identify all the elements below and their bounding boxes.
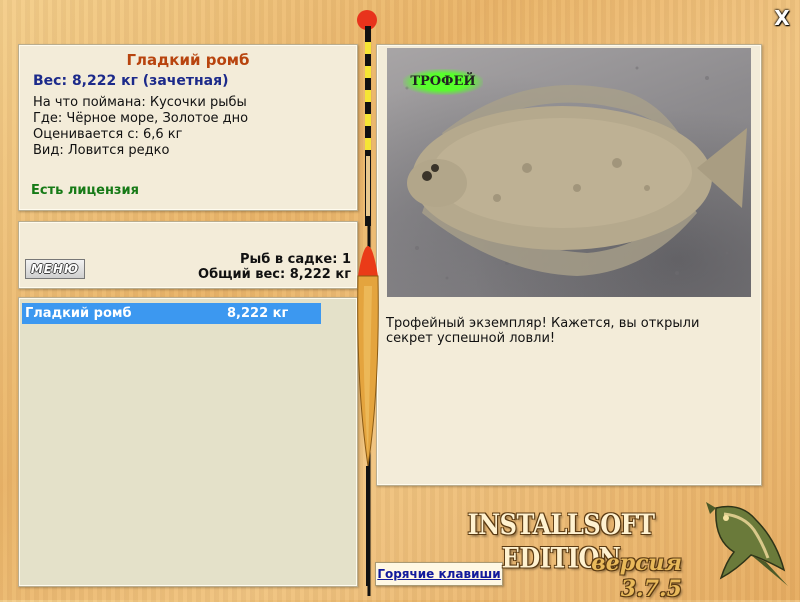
fish-detail-panel: ТРОФЕЙ Трофейный экземпляр! Кажется, вы …: [376, 44, 762, 486]
cage-panel: МЕНЮ Рыб в садке: 1 Общий вес: 8,222 кг: [18, 221, 358, 289]
bait-info: На что поймана: Кусочки рыбы: [33, 95, 247, 110]
fish-photo: ТРОФЕЙ: [387, 48, 751, 297]
location-info: Где: Чёрное море, Золотое дно: [33, 111, 249, 126]
fish-info-panel: Гладкий ромб Вес: 8,222 кг (зачетная) На…: [18, 44, 358, 211]
close-button[interactable]: X: [772, 8, 792, 28]
catch-list: Гладкий ромб 8,222 кг: [18, 297, 358, 587]
cage-total-weight: Общий вес: 8,222 кг: [198, 267, 351, 282]
trophy-badge: ТРОФЕЙ: [403, 69, 483, 95]
pike-logo-icon: [706, 502, 788, 586]
version-label: версия 3.7.5: [591, 550, 682, 602]
fish-name-title: Гладкий ромб: [126, 51, 250, 69]
catch-description: Трофейный экземпляр! Кажется, вы открыли…: [386, 316, 700, 346]
license-status: Есть лицензия: [31, 183, 139, 198]
kind-info: Вид: Ловится редко: [33, 143, 170, 158]
catch-item-name: Гладкий ромб: [25, 306, 132, 321]
catch-item-weight: 8,222 кг: [227, 306, 289, 321]
rated-from-info: Оценивается с: 6,6 кг: [33, 127, 183, 142]
menu-button[interactable]: МЕНЮ: [25, 259, 85, 279]
fishing-float-icon: [357, 10, 379, 596]
cage-fish-count: Рыб в садке: 1: [239, 252, 351, 267]
fish-weight: Вес: 8,222 кг (зачетная): [33, 73, 229, 89]
catch-list-item[interactable]: Гладкий ромб 8,222 кг: [22, 303, 321, 324]
